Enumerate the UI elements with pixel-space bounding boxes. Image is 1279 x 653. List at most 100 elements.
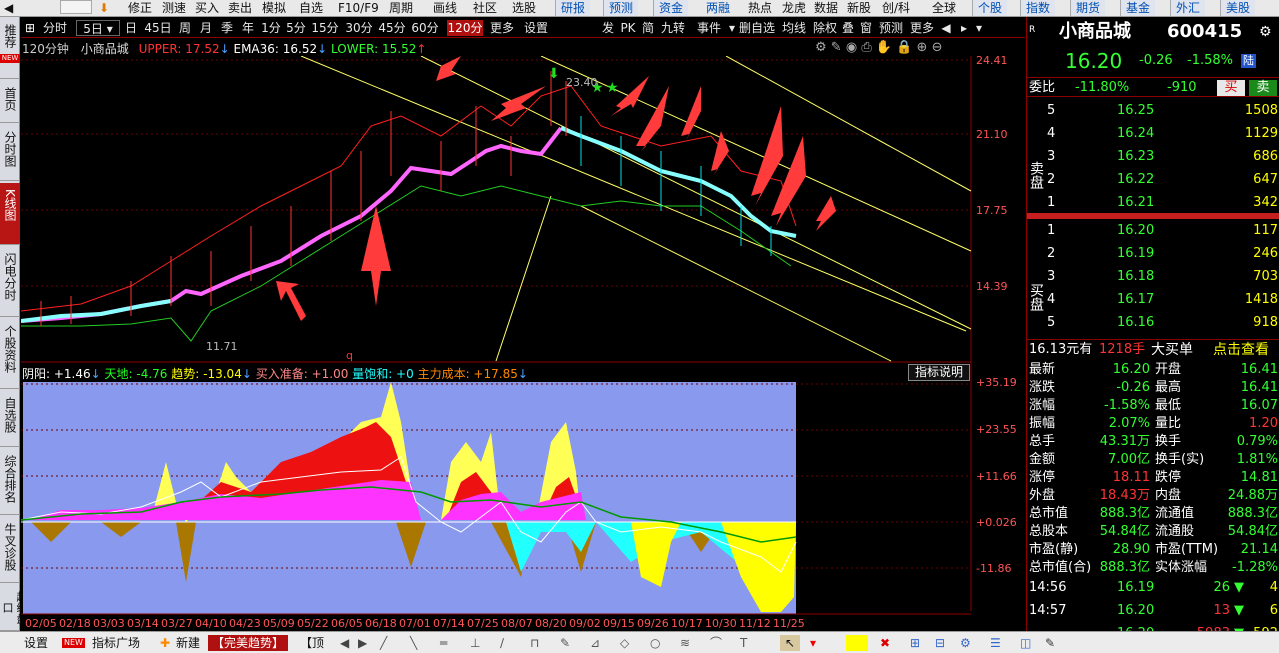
tab-yanbao[interactable]: 研报 bbox=[555, 0, 590, 16]
toolbar-sell[interactable]: 卖出 bbox=[228, 0, 252, 16]
indicator-plaza-button[interactable]: 指标广场 bbox=[92, 635, 140, 651]
grid-icon[interactable]: ⊞ bbox=[23, 20, 37, 36]
tool-icon[interactable]: ⊓ bbox=[530, 635, 539, 651]
tab-chuangke[interactable]: 创/科 bbox=[882, 0, 910, 16]
period-45ri[interactable]: 45日 bbox=[143, 20, 173, 36]
tool-icon[interactable]: ✎ bbox=[1045, 635, 1055, 651]
create-button[interactable]: 新建 bbox=[176, 635, 200, 651]
color-swatch[interactable] bbox=[846, 635, 868, 651]
period-5fen[interactable]: 5分 bbox=[285, 20, 307, 36]
tool-fa[interactable]: 发 bbox=[601, 20, 615, 36]
tool-icon[interactable]: ⊞ bbox=[910, 635, 920, 651]
tool-icon[interactable]: ○ bbox=[650, 635, 660, 651]
sell-button[interactable]: 卖 bbox=[1249, 80, 1277, 96]
hand-icon[interactable]: ✋ bbox=[876, 40, 892, 55]
tool-yuce[interactable]: 预测 bbox=[877, 20, 905, 36]
tool-jiuzhuan[interactable]: 九转 bbox=[658, 20, 688, 36]
tab-gegu[interactable]: 个股 bbox=[972, 0, 1007, 16]
period-zhou[interactable]: 周 bbox=[176, 20, 194, 36]
ask-row[interactable]: 2 16.22 647 bbox=[1027, 171, 1279, 189]
tab-zijin[interactable]: 资金 bbox=[653, 0, 688, 16]
tool-icon[interactable]: ╲ bbox=[410, 635, 417, 651]
tab-shuju[interactable]: 数据 bbox=[814, 0, 838, 16]
indicator-help-button[interactable]: 指标说明 bbox=[908, 364, 970, 381]
arrow-right-icon[interactable]: ◀ bbox=[939, 20, 953, 36]
bid-row[interactable]: 4 16.17 1418 bbox=[1027, 291, 1279, 309]
nav-ziliao[interactable]: 个股资料 bbox=[0, 319, 20, 389]
tab-liangrong[interactable]: 两融 bbox=[706, 0, 730, 16]
tool-more[interactable]: 更多 bbox=[907, 20, 937, 36]
period-5ri[interactable]: 5日 ▾ bbox=[76, 20, 120, 36]
nav-kline[interactable]: K线图 bbox=[0, 183, 20, 245]
toolbar-cesu[interactable]: 测速 bbox=[162, 0, 186, 16]
toolbar-f10[interactable]: F10/F9 bbox=[338, 0, 379, 16]
nav-pankou[interactable]: 超级盘口 bbox=[0, 585, 28, 631]
nav-zixuan[interactable]: 自选股 bbox=[0, 391, 20, 447]
bid-row[interactable]: 5 16.16 918 bbox=[1027, 314, 1279, 332]
big-order-row[interactable]: 16.13元有 1218手 大买单 点击查看 bbox=[1027, 339, 1279, 359]
color-picker-icon[interactable]: ▾ bbox=[810, 635, 816, 651]
tool-chuquan[interactable]: 除权 bbox=[811, 20, 839, 36]
buy-button[interactable]: 买 bbox=[1217, 80, 1245, 96]
pointer-icon[interactable]: ↖ bbox=[780, 635, 800, 651]
period-120fen[interactable]: 120分 bbox=[447, 20, 483, 36]
toolbar-xiuzheng[interactable]: 修正 bbox=[128, 0, 152, 16]
period-more[interactable]: 更多 bbox=[487, 20, 517, 36]
tool-chuang[interactable]: 窗 bbox=[859, 20, 873, 36]
tool-icon[interactable]: ☰ bbox=[990, 635, 1001, 651]
period-1fen[interactable]: 1分 bbox=[260, 20, 282, 36]
tool-icon[interactable]: ∕ bbox=[500, 635, 504, 651]
tool-icon[interactable]: T bbox=[740, 635, 747, 651]
tab-wanmeiqushi[interactable]: 【完美趋势】 bbox=[208, 635, 289, 651]
tab-qihuo[interactable]: 期货 bbox=[1070, 0, 1105, 16]
period-settings[interactable]: 设置 bbox=[521, 20, 551, 36]
toolbar-xuangu[interactable]: 选股 bbox=[512, 0, 536, 16]
download-icon[interactable]: ⬇ bbox=[99, 0, 109, 16]
eye-icon[interactable]: ◉ bbox=[846, 40, 857, 55]
bid-row[interactable]: 3 16.18 703 bbox=[1027, 268, 1279, 286]
tool-icon[interactable]: ═ bbox=[440, 635, 447, 651]
period-yue[interactable]: 月 bbox=[197, 20, 215, 36]
tool-icon[interactable]: ⊟ bbox=[935, 635, 945, 651]
toolbar-shequ[interactable]: 社区 bbox=[473, 0, 497, 16]
ask-row[interactable]: 4 16.24 1129 bbox=[1027, 125, 1279, 143]
toolbar-moni[interactable]: 模拟 bbox=[262, 0, 286, 16]
tool-icon[interactable]: ⊥ bbox=[470, 635, 480, 651]
gear-icon[interactable]: ⚙ bbox=[960, 635, 971, 651]
nav-home[interactable]: 首页 bbox=[0, 81, 20, 123]
tool-icon[interactable]: ⌒ bbox=[710, 635, 722, 651]
tab-zhishu[interactable]: 指数 bbox=[1020, 0, 1055, 16]
nav-zhengu[interactable]: 牛叉诊股 bbox=[0, 517, 20, 583]
tab-meigu[interactable]: 美股 bbox=[1220, 0, 1255, 16]
delete-icon[interactable]: ✖ bbox=[880, 635, 890, 651]
toolbar-huaxian[interactable]: 画线 bbox=[433, 0, 457, 16]
tool-icon[interactable]: ⊿ bbox=[590, 635, 600, 651]
tab-waihui[interactable]: 外汇 bbox=[1170, 0, 1205, 16]
ask-row[interactable]: 1 16.21 342 bbox=[1027, 194, 1279, 212]
period-30fen[interactable]: 30分 bbox=[345, 20, 373, 36]
period-15fen[interactable]: 15分 bbox=[311, 20, 339, 36]
tool-shijian[interactable]: 事件 bbox=[691, 20, 727, 36]
tool-die[interactable]: 叠 bbox=[841, 20, 855, 36]
lock-icon[interactable]: 🔒 bbox=[896, 40, 912, 55]
tab-jijin[interactable]: 基金 bbox=[1120, 0, 1155, 16]
tool-icon[interactable]: ≋ bbox=[680, 635, 690, 651]
period-45fen[interactable]: 45分 bbox=[378, 20, 406, 36]
toolbar-zixuan[interactable]: 自选 bbox=[299, 0, 323, 16]
tool-icon[interactable]: ◇ bbox=[620, 635, 629, 651]
settings-button[interactable]: 设置 bbox=[24, 635, 48, 651]
tool-junxian[interactable]: 均线 bbox=[780, 20, 808, 36]
nav-shandian[interactable]: 闪电分时 bbox=[0, 247, 20, 317]
toolbar-zhouqi[interactable]: 周期 bbox=[389, 0, 413, 16]
toolbar-buy[interactable]: 买入 bbox=[195, 0, 219, 16]
nav-button[interactable] bbox=[60, 0, 92, 14]
tab-xingu[interactable]: 新股 bbox=[847, 0, 871, 16]
nav-paiming[interactable]: 综合排名 bbox=[0, 449, 20, 515]
period-60fen[interactable]: 60分 bbox=[411, 20, 439, 36]
tool-pk[interactable]: PK bbox=[619, 20, 637, 36]
period-ri[interactable]: 日 bbox=[122, 20, 140, 36]
period-fenshi[interactable]: 分时 bbox=[39, 20, 71, 36]
zoom-in-icon[interactable]: ⊕ bbox=[917, 40, 928, 55]
bid-row[interactable]: 1 16.20 117 bbox=[1027, 222, 1279, 240]
tool-icon[interactable]: ╱ bbox=[380, 635, 387, 651]
